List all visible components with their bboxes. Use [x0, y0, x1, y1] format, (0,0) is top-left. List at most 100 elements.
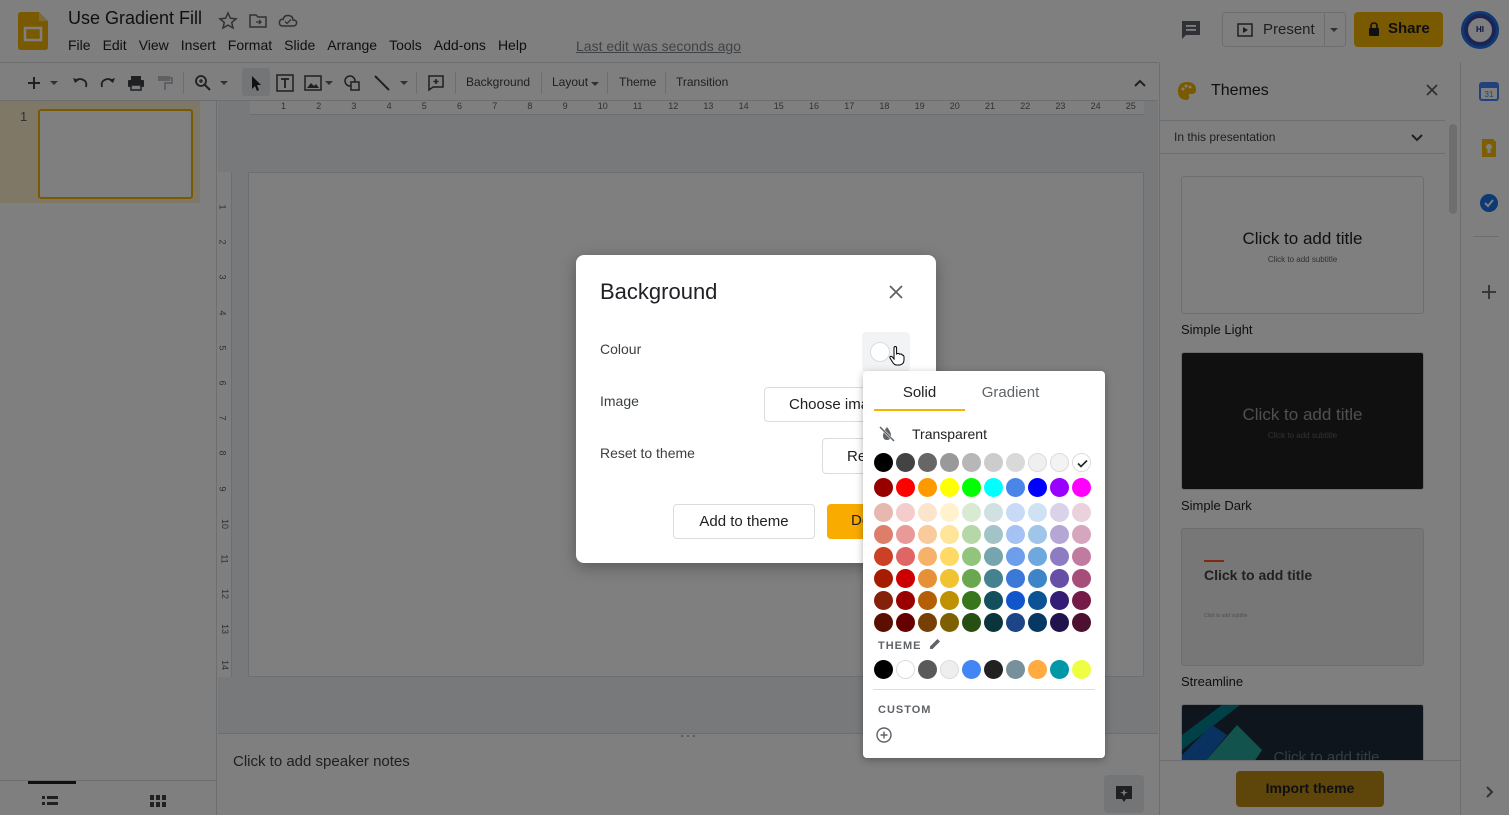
colour-swatch-option[interactable]: [962, 503, 981, 522]
colour-swatch-option[interactable]: [1028, 613, 1047, 632]
colour-swatch-option[interactable]: [940, 478, 959, 497]
tab-gradient[interactable]: Gradient: [965, 384, 1056, 411]
colour-swatch-option[interactable]: [896, 569, 915, 588]
colour-swatch-option[interactable]: [962, 478, 981, 497]
colour-swatch-option[interactable]: [962, 569, 981, 588]
colour-swatch-option[interactable]: [1028, 569, 1047, 588]
colour-swatch-option[interactable]: [896, 613, 915, 632]
colour-swatch-option[interactable]: [918, 503, 937, 522]
colour-swatch-option[interactable]: [896, 591, 915, 610]
colour-swatch-option[interactable]: [874, 503, 893, 522]
colour-swatch-option[interactable]: [1050, 478, 1069, 497]
colour-swatch-option[interactable]: [1050, 525, 1069, 544]
colour-swatch-option[interactable]: [918, 453, 937, 472]
colour-swatch-option[interactable]: [984, 525, 1003, 544]
theme-colour-swatch[interactable]: [1072, 660, 1091, 679]
colour-swatch-option[interactable]: [1072, 503, 1091, 522]
theme-colour-swatch[interactable]: [1050, 660, 1069, 679]
colour-swatch-option[interactable]: [1006, 547, 1025, 566]
theme-colour-swatch[interactable]: [940, 660, 959, 679]
colour-swatch-option[interactable]: [874, 613, 893, 632]
colour-swatch-option[interactable]: [940, 613, 959, 632]
colour-swatch-option[interactable]: [896, 525, 915, 544]
theme-colour-swatch[interactable]: [918, 660, 937, 679]
colour-swatch-option[interactable]: [874, 569, 893, 588]
colour-swatch-option[interactable]: [962, 613, 981, 632]
colour-swatch-option[interactable]: [940, 547, 959, 566]
colour-swatch-option[interactable]: [1072, 591, 1091, 610]
colour-swatch-option[interactable]: [1072, 478, 1091, 497]
colour-swatch-option[interactable]: [984, 547, 1003, 566]
colour-swatch-option[interactable]: [1028, 525, 1047, 544]
colour-swatch-option[interactable]: [1050, 547, 1069, 566]
colour-swatch-option[interactable]: [1028, 591, 1047, 610]
colour-swatch-option[interactable]: [918, 547, 937, 566]
add-to-theme-button[interactable]: Add to theme: [673, 504, 815, 539]
colour-swatch-option[interactable]: [874, 525, 893, 544]
colour-swatch-option[interactable]: [874, 547, 893, 566]
colour-swatch-option[interactable]: [962, 453, 981, 472]
add-to-theme-label: Add to theme: [699, 513, 789, 530]
colour-swatch-option[interactable]: [984, 478, 1003, 497]
colour-swatch-option[interactable]: [984, 453, 1003, 472]
colour-swatch-option[interactable]: [984, 591, 1003, 610]
theme-colour-swatch[interactable]: [1028, 660, 1047, 679]
colour-swatch-option[interactable]: [1050, 453, 1069, 472]
colour-swatch-option[interactable]: [1028, 453, 1047, 472]
colour-swatch-option[interactable]: [984, 569, 1003, 588]
colour-swatch-option[interactable]: [1006, 591, 1025, 610]
colour-swatch-option[interactable]: [1072, 525, 1091, 544]
colour-swatch-option[interactable]: [1050, 503, 1069, 522]
colour-swatch-option[interactable]: [940, 591, 959, 610]
theme-colour-swatch[interactable]: [1006, 660, 1025, 679]
colour-swatch-option[interactable]: [1006, 613, 1025, 632]
tab-solid[interactable]: Solid: [874, 384, 965, 411]
theme-colour-swatch[interactable]: [874, 660, 893, 679]
pencil-edit-icon[interactable]: [928, 637, 942, 651]
colour-swatch-option[interactable]: [918, 569, 937, 588]
colour-swatch-option[interactable]: [1006, 453, 1025, 472]
colour-swatch-option[interactable]: [962, 547, 981, 566]
colour-swatch-option[interactable]: [896, 478, 915, 497]
colour-swatch-option[interactable]: [1050, 591, 1069, 610]
colour-swatch-option[interactable]: [984, 613, 1003, 632]
colour-swatch-option[interactable]: [874, 453, 893, 472]
colour-swatch-option[interactable]: [1050, 569, 1069, 588]
colour-swatch-option[interactable]: [940, 525, 959, 544]
colour-swatch-option[interactable]: [874, 591, 893, 610]
choose-image-button[interactable]: Choose image: [764, 387, 874, 422]
colour-swatch-option[interactable]: [940, 453, 959, 472]
colour-swatch-option[interactable]: [1072, 453, 1091, 472]
colour-swatch-option[interactable]: [896, 547, 915, 566]
theme-colour-swatch[interactable]: [984, 660, 1003, 679]
colour-swatch-option[interactable]: [1072, 613, 1091, 632]
colour-swatch-option[interactable]: [1006, 503, 1025, 522]
colour-swatch-option[interactable]: [1028, 503, 1047, 522]
colour-swatch-option[interactable]: [1028, 478, 1047, 497]
colour-swatch-option[interactable]: [940, 503, 959, 522]
dialog-close-icon[interactable]: [888, 284, 904, 300]
colour-swatch-option[interactable]: [1006, 525, 1025, 544]
colour-swatch-option[interactable]: [918, 613, 937, 632]
colour-swatch-option[interactable]: [1006, 569, 1025, 588]
colour-picker-button[interactable]: [862, 332, 910, 372]
colour-swatch-option[interactable]: [896, 453, 915, 472]
colour-swatch-option[interactable]: [1006, 478, 1025, 497]
add-custom-colour-icon[interactable]: [876, 727, 892, 743]
colour-swatch-option[interactable]: [918, 525, 937, 544]
colour-swatch-option[interactable]: [962, 525, 981, 544]
colour-swatch-option[interactable]: [918, 478, 937, 497]
transparent-option[interactable]: Transparent: [875, 423, 1095, 447]
colour-swatch-option[interactable]: [896, 503, 915, 522]
colour-swatch-option[interactable]: [1050, 613, 1069, 632]
colour-swatch-option[interactable]: [1072, 547, 1091, 566]
colour-swatch-option[interactable]: [962, 591, 981, 610]
colour-swatch-option[interactable]: [1028, 547, 1047, 566]
colour-swatch-option[interactable]: [940, 569, 959, 588]
colour-swatch-option[interactable]: [874, 478, 893, 497]
colour-swatch-option[interactable]: [918, 591, 937, 610]
colour-swatch-option[interactable]: [984, 503, 1003, 522]
theme-colour-swatch[interactable]: [896, 660, 915, 679]
colour-swatch-option[interactable]: [1072, 569, 1091, 588]
theme-colour-swatch[interactable]: [962, 660, 981, 679]
